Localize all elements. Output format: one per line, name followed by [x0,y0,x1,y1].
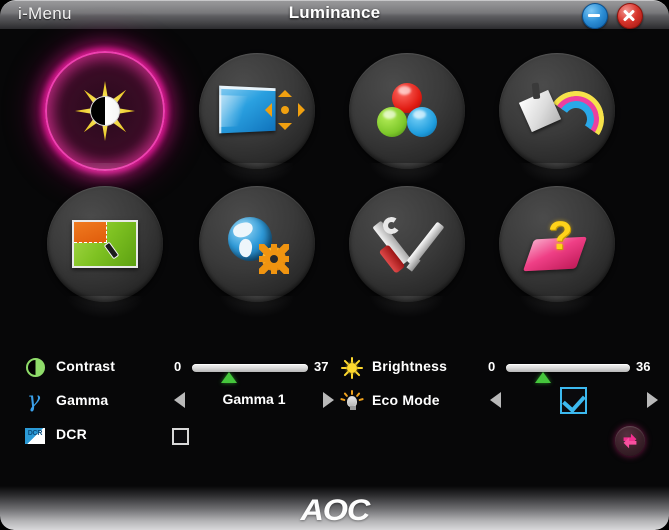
brightness-slider[interactable]: 0 36 [488,354,660,383]
contrast-label: Contrast [56,358,116,374]
controls-panel: Contrast 0 37 γ Gamma Gamma 1 DCR DCR Br… [0,338,669,456]
icon-disc [349,53,465,169]
brightness-max-value: 36 [636,359,651,374]
brightness-min-value: 0 [488,359,496,374]
contrast-slider[interactable]: 0 37 [174,354,334,383]
icon-disc [199,186,315,302]
aoc-logo: AOC [300,494,370,527]
contrast-slider-track[interactable] [192,364,308,372]
dcr-row: DCR [24,420,324,452]
eco-mode-next-button[interactable] [647,392,658,408]
icon-disc [47,186,163,302]
page-title: Luminance [288,3,381,22]
reset-arrows-icon [623,433,637,449]
dcr-checkbox[interactable] [172,428,189,445]
menu-item-help[interactable]: ? [482,174,632,324]
dcr-badge-icon [24,424,48,448]
contrast-max-value: 37 [314,359,329,374]
brightness-slider-thumb[interactable] [535,372,551,383]
menu-item-osd-setup[interactable] [30,174,180,324]
gamma-letter-icon: γ [27,388,41,413]
gamma-next-button[interactable] [323,392,334,408]
icon-disc [499,53,615,169]
gamma-row: γ Gamma Gamma 1 [24,386,334,418]
gamma-value: Gamma 1 [222,391,286,407]
eco-mode-label: Eco Mode [372,392,440,408]
contrast-slider-thumb[interactable] [221,372,237,383]
brightness-row: Brightness 0 36 [340,352,650,384]
checkmark-icon [562,388,586,414]
eco-mode-spinner [488,386,660,416]
reset-button[interactable] [615,426,645,456]
title-bar: i-Menu Luminance [0,0,669,29]
menu-item-picture-boost[interactable] [482,41,632,191]
gamma-label: Gamma [56,392,109,408]
contrast-half-circle-icon [24,356,48,380]
menu-icon-grid: ? [0,29,669,329]
lightbulb-icon [340,390,364,414]
icon-disc [499,186,615,302]
eco-mode-prev-button[interactable] [490,392,501,408]
imenu-window: i-Menu Luminance ? Contrast 0 37 γ Gamma… [0,0,669,530]
menu-item-image-setup[interactable] [182,41,332,191]
sun-icon [340,356,364,380]
icon-disc [349,186,465,302]
menu-item-extra[interactable] [332,174,482,324]
menu-item-luminance[interactable] [30,41,180,191]
icon-disc [45,51,165,171]
eco-mode-row: Eco Mode [340,386,658,418]
minimize-button[interactable] [582,3,608,29]
icon-disc [199,53,315,169]
brightness-slider-track[interactable] [506,364,630,372]
dcr-label: DCR [56,426,87,442]
contrast-min-value: 0 [174,359,182,374]
footer-bar: AOC [0,486,669,530]
close-button[interactable] [617,3,643,29]
eco-mode-checkbox[interactable] [560,387,587,414]
contrast-row: Contrast 0 37 [24,352,328,384]
gamma-spinner: Gamma 1 [172,386,336,416]
menu-item-language[interactable] [182,174,332,324]
menu-item-color-setup[interactable] [332,41,482,191]
brightness-label: Brightness [372,358,448,374]
